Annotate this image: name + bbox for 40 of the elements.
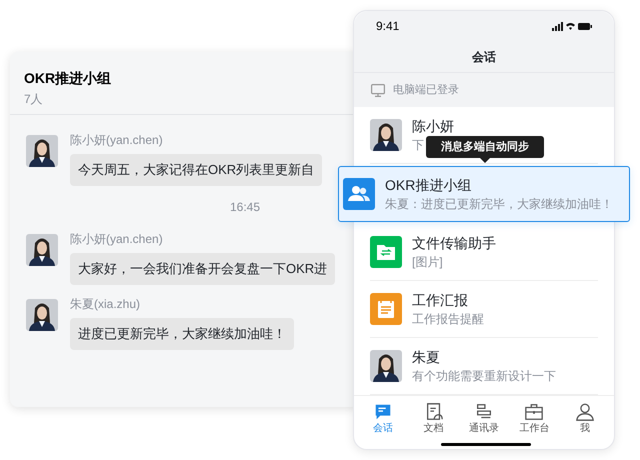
conversation-name: 陈小妍 (412, 117, 454, 135)
tooltip-text: 消息多端自动同步 (441, 140, 529, 155)
highlighted-conversation[interactable]: OKR推进小组 朱夏：进度已更新完毕，大家继续加油哇！ (338, 166, 630, 222)
sender-name: 陈小妍(yan.chen) (70, 132, 164, 148)
chat-title: OKR推进小组 (24, 69, 112, 88)
conversation-name: 朱夏 (412, 348, 440, 366)
conversation-item[interactable]: 工作汇报 工作报告提醒 (370, 281, 598, 338)
login-notice: 电脑端已登录 (393, 82, 459, 98)
screen-title: 会话 (354, 41, 614, 73)
message-preview: 工作报告提醒 (412, 311, 484, 327)
notepad-icon (370, 293, 402, 325)
sender-name: 朱夏(xia.zhu) (70, 296, 142, 312)
briefcase-icon (524, 402, 544, 422)
message-preview: 有个功能需要重新设计一下 (412, 368, 556, 384)
status-time: 9:41 (376, 18, 400, 35)
tab[interactable]: 文档 (412, 402, 456, 435)
message-preview: [图片] (412, 254, 443, 270)
message-bubble: 大家好，一会我们准备开会复盘一下OKR进 (70, 253, 336, 285)
message-preview: 下 (412, 137, 424, 153)
person-icon (574, 402, 595, 422)
member-count: 7人 (24, 91, 44, 108)
folder-icon (370, 236, 402, 268)
tab[interactable]: 通讯录 (462, 402, 506, 435)
tab[interactable]: 我 (562, 402, 607, 435)
status-icons (552, 22, 592, 30)
message-bubble: 今天周五，大家记得在OKR列表里更新自 (70, 154, 322, 186)
conversation-name: OKR推进小组 (385, 176, 472, 194)
conversation-item[interactable]: 朱夏 有个功能需要重新设计一下 (370, 338, 598, 395)
time-divider: 16:45 (230, 199, 260, 216)
monitor-icon (371, 84, 385, 96)
conversation-item[interactable]: 文件传输助手 [图片] (370, 224, 598, 281)
conversation-name: 文件传输助手 (412, 234, 496, 252)
chat-icon (373, 402, 394, 422)
tab[interactable]: 工作台 (512, 402, 556, 435)
sender-name: 陈小妍(yan.chen) (70, 231, 164, 247)
message-bubble: 进度已更新完毕，大家继续加油哇！ (70, 318, 294, 350)
message-preview: 朱夏：进度已更新完毕，大家继续加油哇！ (385, 196, 613, 212)
conversation-name: 工作汇报 (412, 291, 468, 309)
group-icon (343, 178, 375, 210)
tab[interactable]: 会话 (361, 402, 406, 435)
